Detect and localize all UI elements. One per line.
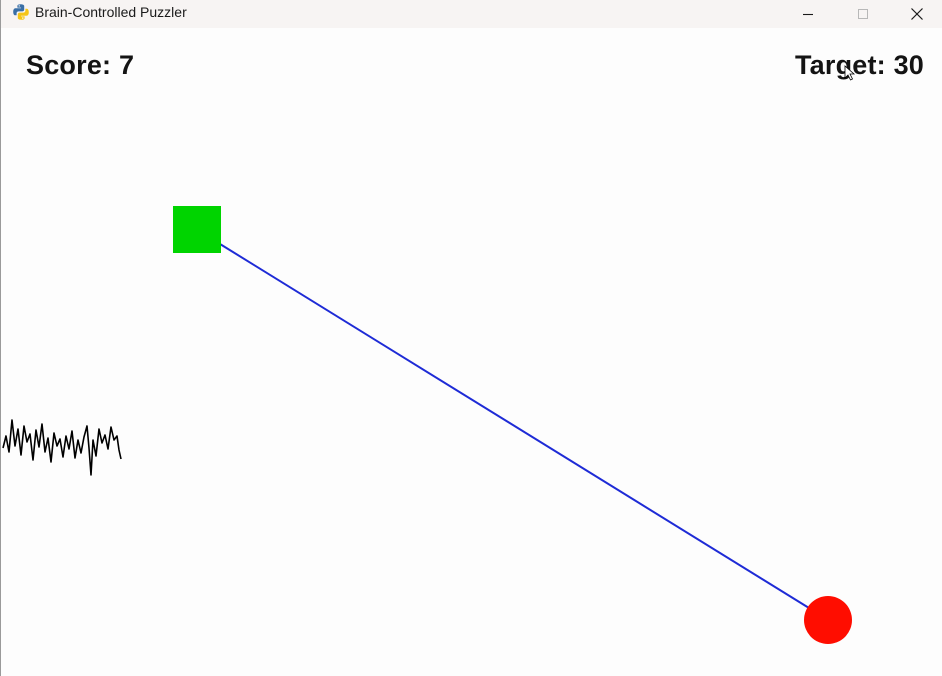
minimize-icon [803, 13, 813, 16]
python-icon [12, 3, 30, 21]
game-scene [2, 65, 856, 644]
maximize-button[interactable] [835, 0, 891, 28]
game-window: Brain-Controlled Puzzler Score: 7 Target… [0, 0, 942, 676]
maximize-icon [858, 9, 868, 19]
window-title: Brain-Controlled Puzzler [35, 4, 187, 20]
player-square[interactable] [173, 206, 221, 253]
minimize-button[interactable] [780, 0, 836, 28]
close-button[interactable] [890, 0, 942, 28]
title-bar[interactable]: Brain-Controlled Puzzler [1, 0, 942, 28]
goal-circle[interactable] [804, 596, 852, 644]
close-icon [910, 8, 923, 20]
mouse-pointer-icon [844, 65, 856, 81]
game-canvas[interactable]: Score: 7 Target: 30 [1, 28, 942, 676]
link-line [219, 243, 810, 609]
eeg-signal-trace [2, 419, 122, 476]
